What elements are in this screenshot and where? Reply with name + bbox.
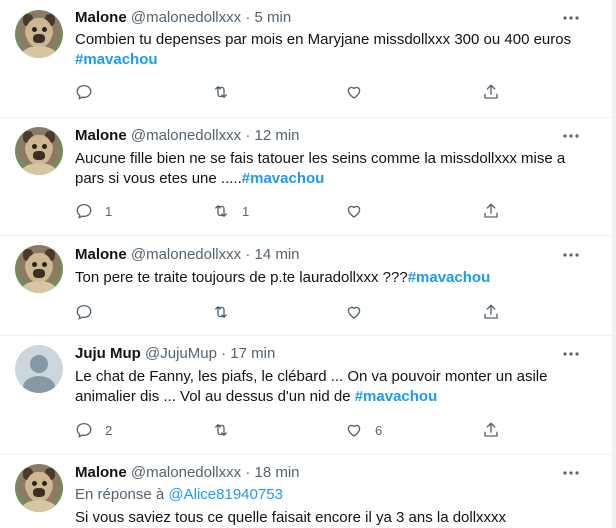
reply-button[interactable]: 1	[75, 200, 112, 222]
tweet-header: Malone @malonedollxxx · 12 min	[75, 126, 300, 146]
tweet-actions: 2 6	[75, 419, 515, 441]
reply-icon	[76, 84, 92, 100]
retweet-count: 1	[242, 203, 250, 219]
reply-context: En réponse à @Alice81940753	[75, 485, 585, 505]
like-button[interactable]	[345, 200, 375, 222]
tweet[interactable]: Malone @malonedollxxx · 14 min Ton pere …	[0, 235, 612, 336]
more-horizontal-icon[interactable]	[561, 245, 581, 265]
tweet-text: Si vous saviez tous ce quelle faisait en…	[75, 508, 585, 528]
retweet-icon	[215, 424, 227, 436]
retweet-button[interactable]: 1	[212, 200, 249, 222]
tweet-body: Le chat de Fanny, les piafs, le clébard …	[75, 368, 548, 405]
tweet-header: Malone @malonedollxxx · 18 min	[75, 463, 300, 483]
hashtag-link[interactable]: #mavachou	[242, 170, 325, 187]
author-name[interactable]: Malone	[75, 464, 127, 481]
separator-dot: ·	[221, 345, 227, 362]
tweet-text: Combien tu depenses par mois en Maryjane…	[75, 30, 585, 70]
tweet-text: Le chat de Fanny, les piafs, le clébard …	[75, 367, 565, 407]
author-name[interactable]: Juju Mup	[75, 345, 141, 362]
tweet-text: Aucune fille bien ne se fais tatouer les…	[75, 149, 570, 189]
author-handle[interactable]: @malonedollxxx	[131, 127, 241, 144]
separator-dot: ·	[245, 464, 251, 481]
timestamp[interactable]: 12 min	[254, 127, 299, 144]
share-button[interactable]	[482, 81, 500, 103]
like-button[interactable]	[345, 301, 375, 323]
tweet[interactable]: Malone @malonedollxxx · 18 min En répons…	[0, 454, 612, 528]
avatar[interactable]	[15, 345, 63, 393]
retweet-button[interactable]	[212, 81, 242, 103]
reply-count: 2	[105, 422, 113, 438]
timestamp[interactable]: 5 min	[254, 9, 291, 26]
retweet-icon	[215, 306, 227, 318]
retweet-icon	[215, 205, 227, 217]
author-handle[interactable]: @malonedollxxx	[131, 464, 241, 481]
hashtag-link[interactable]: #mavachou	[75, 51, 158, 68]
share-icon	[484, 422, 498, 437]
tweet-actions: 1 1	[75, 200, 515, 222]
more-horizontal-icon[interactable]	[561, 8, 581, 28]
avatar[interactable]	[15, 10, 63, 58]
share-button[interactable]	[482, 301, 500, 323]
separator-dot: ·	[245, 127, 251, 144]
tweet-text: Ton pere te traite toujours de p.te laur…	[75, 268, 585, 288]
more-horizontal-icon[interactable]	[561, 126, 581, 146]
heart-icon	[347, 424, 361, 437]
tweet[interactable]: Malone @malonedollxxx · 12 min Aucune fi…	[0, 117, 612, 236]
retweet-icon	[215, 86, 227, 98]
share-icon	[484, 304, 498, 319]
avatar[interactable]	[15, 127, 63, 175]
like-count: 6	[375, 422, 383, 438]
share-button[interactable]	[482, 200, 500, 222]
tweet-feed: Malone @malonedollxxx · 5 min Combien tu…	[0, 0, 612, 528]
tweet-header: Malone @malonedollxxx · 5 min	[75, 8, 291, 28]
author-handle[interactable]: @JujuMup	[145, 345, 217, 362]
mention-link[interactable]: @Alice81940753	[168, 486, 282, 503]
timestamp[interactable]: 17 min	[230, 345, 275, 362]
author-name[interactable]: Malone	[75, 127, 127, 144]
author-handle[interactable]: @malonedollxxx	[131, 246, 241, 263]
more-horizontal-icon[interactable]	[561, 344, 581, 364]
reply-button[interactable]	[75, 301, 105, 323]
heart-icon	[347, 205, 361, 218]
like-button[interactable]: 6	[345, 419, 382, 441]
separator-dot: ·	[245, 246, 251, 263]
tweet[interactable]: Malone @malonedollxxx · 5 min Combien tu…	[0, 0, 612, 118]
reply-button[interactable]	[75, 81, 105, 103]
author-name[interactable]: Malone	[75, 9, 127, 26]
tweet-actions	[75, 301, 515, 323]
reply-icon	[76, 422, 92, 438]
more-horizontal-icon[interactable]	[561, 463, 581, 483]
author-name[interactable]: Malone	[75, 246, 127, 263]
retweet-button[interactable]	[212, 419, 242, 441]
like-button[interactable]	[345, 81, 375, 103]
reply-button[interactable]: 2	[75, 419, 112, 441]
tweet-actions	[75, 81, 515, 103]
share-button[interactable]	[482, 419, 500, 441]
timestamp[interactable]: 14 min	[254, 246, 299, 263]
tweet-header: Malone @malonedollxxx · 14 min	[75, 245, 300, 265]
hashtag-link[interactable]: #mavachou	[355, 388, 438, 405]
reply-icon	[76, 203, 92, 219]
tweet-body: Ton pere te traite toujours de p.te laur…	[75, 269, 408, 286]
reply-icon	[76, 304, 92, 320]
tweet-header: Juju Mup @JujuMup · 17 min	[75, 344, 275, 364]
tweet-body: Si vous saviez tous ce quelle faisait en…	[75, 509, 507, 526]
reply-count: 1	[105, 203, 113, 219]
heart-icon	[347, 86, 361, 99]
share-icon	[484, 84, 498, 99]
share-icon	[484, 203, 498, 218]
avatar[interactable]	[15, 464, 63, 512]
timestamp[interactable]: 18 min	[254, 464, 299, 481]
avatar[interactable]	[15, 245, 63, 293]
author-handle[interactable]: @malonedollxxx	[131, 9, 241, 26]
tweet[interactable]: Juju Mup @JujuMup · 17 min Le chat de Fa…	[0, 335, 612, 455]
separator-dot: ·	[245, 9, 251, 26]
hashtag-link[interactable]: #mavachou	[408, 269, 491, 286]
tweet-body: Combien tu depenses par mois en Maryjane…	[75, 31, 572, 48]
retweet-button[interactable]	[212, 301, 242, 323]
scrollbar[interactable]	[612, 0, 616, 528]
reply-to-label: En réponse à	[75, 486, 169, 503]
heart-icon	[347, 306, 361, 319]
